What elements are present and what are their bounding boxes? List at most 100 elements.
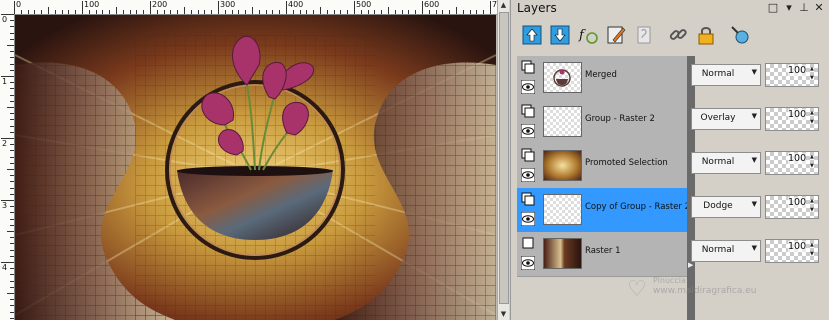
- layer-group-icon[interactable]: [521, 148, 535, 162]
- opacity-field[interactable]: 100 ▲ ▼: [765, 151, 819, 175]
- blend-mode-select[interactable]: Normal ▼: [691, 64, 761, 86]
- ruler-tick: [462, 10, 464, 14]
- ruler-left-label: 3: [2, 201, 8, 210]
- ruler-tick: [292, 10, 294, 14]
- layer-mask-icon[interactable]: [633, 24, 655, 46]
- scroll-expand-icon[interactable]: ▶: [688, 261, 693, 269]
- ruler-tick: [10, 311, 14, 313]
- layer-row-merged[interactable]: Merged: [517, 56, 687, 101]
- close-icon[interactable]: ✕: [813, 2, 825, 14]
- blend-mode-select[interactable]: Normal ▼: [691, 240, 761, 262]
- opacity-value[interactable]: 100: [788, 241, 807, 252]
- ruler-tick: [10, 224, 14, 226]
- menu-dropdown-icon[interactable]: ▾: [783, 2, 795, 14]
- scroll-down-arrow-icon[interactable]: ▼: [498, 309, 509, 320]
- blend-mode-select[interactable]: Overlay ▼: [691, 108, 761, 130]
- pin-icon[interactable]: ⊥: [798, 2, 810, 14]
- delete-layer-icon[interactable]: [549, 24, 571, 46]
- ruler-tick: [347, 10, 349, 14]
- ruler-tick: [211, 10, 213, 14]
- spin-up-icon[interactable]: ▲: [810, 199, 817, 204]
- layer-name[interactable]: Merged: [585, 70, 617, 80]
- opacity-value[interactable]: 100: [788, 109, 807, 120]
- spin-down-icon[interactable]: ▼: [810, 164, 817, 169]
- opacity-value[interactable]: 100: [788, 65, 807, 76]
- spin-up-icon[interactable]: ▲: [810, 243, 817, 248]
- layer-group-icon[interactable]: [521, 104, 535, 118]
- ruler-left[interactable]: 0 1 2 3 4: [0, 14, 15, 320]
- new-raster-layer-icon[interactable]: [521, 24, 543, 46]
- layer-row-group-raster-2[interactable]: Group - Raster 2: [517, 100, 687, 145]
- visibility-eye-icon[interactable]: [521, 80, 535, 94]
- spin-up-icon[interactable]: ▲: [810, 67, 817, 72]
- layer-name[interactable]: Copy of Group - Raster 2: [585, 202, 690, 212]
- ruler-tick: [102, 10, 104, 14]
- layer-name[interactable]: Raster 1: [585, 246, 621, 256]
- ruler-tick: [483, 10, 485, 14]
- chevron-down-icon: ▼: [751, 68, 757, 76]
- edit-layer-icon[interactable]: [605, 24, 627, 46]
- layer-properties-icon[interactable]: [729, 24, 751, 46]
- layer-row-copy-of-group-raster-2[interactable]: Copy of Group - Raster 2: [517, 188, 690, 233]
- layer-row-promoted-selection[interactable]: Promoted Selection: [517, 144, 687, 189]
- layer-name[interactable]: Group - Raster 2: [585, 114, 655, 124]
- ruler-top-label: 300: [220, 0, 236, 9]
- spin-down-icon[interactable]: ▼: [810, 120, 817, 125]
- ruler-tick: [75, 10, 77, 14]
- visibility-eye-icon[interactable]: [521, 124, 535, 138]
- restore-icon[interactable]: □: [767, 2, 779, 14]
- artwork-image: [15, 15, 496, 320]
- ruler-tick: [10, 175, 14, 177]
- layer-single-icon[interactable]: [521, 236, 535, 250]
- ruler-tick: [170, 10, 172, 14]
- spin-up-icon[interactable]: ▲: [810, 155, 817, 160]
- layer-row-raster-1[interactable]: Raster 1: [517, 232, 687, 277]
- visibility-eye-icon[interactable]: [521, 256, 535, 270]
- ruler-tick: [320, 7, 321, 14]
- opacity-field[interactable]: 100 ▲ ▼: [765, 239, 819, 263]
- layer-group-icon[interactable]: [521, 192, 535, 206]
- visibility-eye-icon[interactable]: [521, 212, 535, 226]
- visibility-eye-icon[interactable]: [521, 168, 535, 182]
- ruler-tick: [10, 32, 14, 34]
- ruler-top-label: 0: [16, 0, 22, 9]
- link-layers-icon[interactable]: [667, 24, 689, 46]
- scrollbar-thumb[interactable]: [499, 12, 509, 304]
- ruler-tick: [184, 7, 185, 14]
- ruler-tick: [7, 231, 14, 232]
- ruler-top[interactable]: 0100200300400500600700: [14, 0, 497, 15]
- blend-mode-select[interactable]: Dodge ▼: [691, 196, 761, 218]
- ruler-tick: [10, 144, 14, 146]
- blend-mode-value: Dodge: [703, 201, 733, 211]
- layers-panel-title: Layers: [517, 1, 557, 15]
- opacity-value[interactable]: 100: [788, 153, 807, 164]
- layer-group-icon[interactable]: [521, 60, 535, 74]
- ruler-tick: [476, 10, 478, 14]
- image-canvas[interactable]: [15, 15, 496, 320]
- heart-logo-icon: ♡: [627, 277, 647, 302]
- scroll-up-arrow-icon[interactable]: ▲: [498, 0, 509, 11]
- ruler-tick: [7, 107, 14, 108]
- layer-name[interactable]: Promoted Selection: [585, 158, 668, 168]
- chevron-down-icon: ▼: [751, 112, 757, 120]
- canvas-vertical-scrollbar[interactable]: ▲ ▼: [497, 0, 509, 320]
- lock-layer-icon[interactable]: [695, 24, 717, 46]
- opacity-field[interactable]: 100 ▲ ▼: [765, 63, 819, 87]
- ruler-tick: [10, 286, 14, 288]
- layer-effects-icon[interactable]: f: [577, 24, 599, 46]
- spin-down-icon[interactable]: ▼: [810, 208, 817, 213]
- ruler-tick: [10, 125, 14, 127]
- spin-down-icon[interactable]: ▼: [810, 252, 817, 257]
- ruler-tick: [10, 69, 14, 71]
- opacity-value[interactable]: 100: [788, 197, 807, 208]
- layers-toolbar: f: [515, 22, 825, 50]
- ruler-tick: [88, 10, 90, 14]
- spin-up-icon[interactable]: ▲: [810, 111, 817, 116]
- ruler-tick: [326, 10, 328, 14]
- ruler-tick: [10, 243, 14, 245]
- ruler-left-label: 4: [2, 263, 8, 272]
- opacity-field[interactable]: 100 ▲ ▼: [765, 195, 819, 219]
- opacity-field[interactable]: 100 ▲ ▼: [765, 107, 819, 131]
- spin-down-icon[interactable]: ▼: [810, 76, 817, 81]
- blend-mode-select[interactable]: Normal ▼: [691, 152, 761, 174]
